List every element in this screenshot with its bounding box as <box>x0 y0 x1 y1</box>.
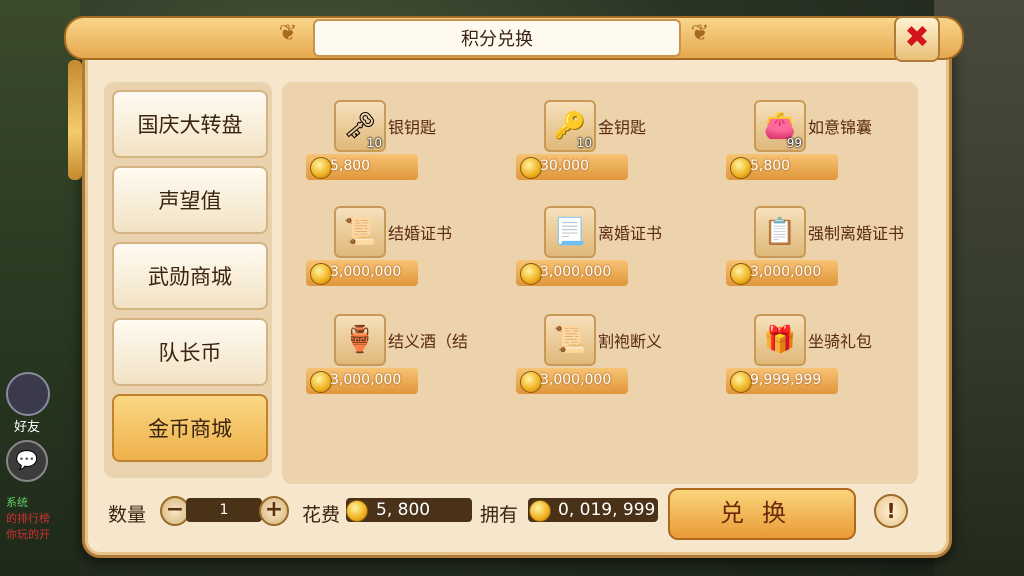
wine-jar-icon: 🏺 <box>334 314 386 366</box>
coin-icon <box>310 157 332 179</box>
coin-icon <box>310 263 332 285</box>
item-price: 3,000,000 <box>516 260 628 286</box>
sidebar-item-gold-shop[interactable]: 金币商城 <box>112 394 268 462</box>
item-glyph: 📜 <box>343 217 377 247</box>
item-card[interactable]: 🗝 10 银钥匙 5,800 <box>306 100 506 190</box>
item-glyph: 🎁 <box>763 325 797 355</box>
item-name: 强制离婚证书 <box>808 224 905 243</box>
cut-robe-scroll-icon: 📜 <box>544 314 596 366</box>
item-price: 3,000,000 <box>306 368 418 394</box>
item-count-badge: 10 <box>366 136 382 150</box>
item-price-value: 3,000,000 <box>330 264 402 280</box>
exchange-button[interactable]: 兑换 <box>668 488 856 540</box>
sidebar-item-reputation[interactable]: 声望值 <box>112 166 268 234</box>
item-glyph: 📋 <box>763 217 797 247</box>
dialog-title: 积分兑换 <box>313 19 681 57</box>
item-price: 3,000,000 <box>726 260 838 286</box>
item-price-value: 3,000,000 <box>540 372 612 388</box>
item-name: 银钥匙 <box>388 118 437 137</box>
mount-gift-pack-icon: 🎁 <box>754 314 806 366</box>
info-button[interactable]: ! <box>874 494 908 528</box>
coin-icon <box>529 500 551 522</box>
sidebar-item-captain-coin[interactable]: 队长币 <box>112 318 268 386</box>
close-button[interactable]: ✖ <box>894 16 940 62</box>
chat-line: 系统 <box>6 496 28 509</box>
divorce-scroll-icon: 📃 <box>544 206 596 258</box>
coin-icon <box>520 371 542 393</box>
cost-amount: 5, 800 <box>376 500 431 520</box>
friend-button[interactable]: 好友 <box>6 372 76 435</box>
coin-icon <box>346 500 368 522</box>
coin-icon <box>730 263 752 285</box>
item-count-badge: 10 <box>576 136 592 150</box>
item-card[interactable]: 🔑 10 金钥匙 30,000 <box>516 100 716 190</box>
chat-bubble-icon: 💬 <box>6 440 48 482</box>
owned-amount: 0, 019, 999 <box>558 500 656 520</box>
chat-line: 你玩的开 <box>6 528 50 541</box>
friend-label: 好友 <box>14 420 41 435</box>
chat-line: 的排行榜 <box>6 512 50 525</box>
item-price-value: 3,000,000 <box>750 264 822 280</box>
item-card[interactable]: 📋 强制离婚证书 3,000,000 <box>726 206 926 296</box>
coin-icon <box>730 371 752 393</box>
quantity-increase-button[interactable]: + <box>259 496 289 526</box>
item-glyph: 📜 <box>553 325 587 355</box>
item-price-value: 5,800 <box>750 158 791 174</box>
item-price: 30,000 <box>516 154 628 180</box>
item-price: 9,999,999 <box>726 368 838 394</box>
title-right-ornament-icon: ❦ <box>690 21 710 46</box>
pouch-icon: 👛 99 <box>754 100 806 152</box>
item-card[interactable]: 🎁 坐骑礼包 9,999,999 <box>726 314 926 404</box>
silver-key-icon: 🗝 10 <box>334 100 386 152</box>
gold-key-icon: 🔑 10 <box>544 100 596 152</box>
friend-icon <box>6 372 50 416</box>
tassel-ornament-icon <box>68 60 82 180</box>
cost-label: 花费 <box>302 504 341 526</box>
item-price-value: 9,999,999 <box>750 372 822 388</box>
item-price-value: 5,800 <box>330 158 371 174</box>
forced-divorce-certificate-icon: 📋 <box>754 206 806 258</box>
item-name: 离婚证书 <box>598 224 663 243</box>
item-card[interactable]: 📃 离婚证书 3,000,000 <box>516 206 716 296</box>
item-price-value: 30,000 <box>540 158 589 174</box>
owned-label: 拥有 <box>480 504 519 526</box>
sidebar-item-merit-shop[interactable]: 武勋商城 <box>112 242 268 310</box>
item-price-value: 3,000,000 <box>330 372 402 388</box>
item-card[interactable]: 👛 99 如意锦囊 5,800 <box>726 100 926 190</box>
chat-preview: 系统 的排行榜 你玩的开 <box>6 494 76 542</box>
item-price: 5,800 <box>306 154 418 180</box>
item-card[interactable]: 📜 割袍断义 3,000,000 <box>516 314 716 404</box>
coin-icon <box>310 371 332 393</box>
item-name: 如意锦囊 <box>808 118 873 137</box>
item-name: 结义酒（结 <box>388 332 469 351</box>
item-price: 5,800 <box>726 154 838 180</box>
item-name: 金钥匙 <box>598 118 647 137</box>
chat-button[interactable]: 💬 <box>6 440 76 482</box>
item-price: 3,000,000 <box>516 368 628 394</box>
item-glyph: 🏺 <box>343 325 377 355</box>
coin-icon <box>730 157 752 179</box>
marriage-scroll-icon: 📜 <box>334 206 386 258</box>
item-price: 3,000,000 <box>306 260 418 286</box>
sidebar-item-national-day-wheel[interactable]: 国庆大转盘 <box>112 90 268 158</box>
quantity-input[interactable]: 1 <box>186 498 262 522</box>
item-price-value: 3,000,000 <box>540 264 612 280</box>
item-count-badge: 99 <box>786 136 802 150</box>
item-name: 坐骑礼包 <box>808 332 873 351</box>
quantity-label: 数量 <box>108 504 147 526</box>
item-card[interactable]: 🏺 结义酒（结 3,000,000 <box>306 314 506 404</box>
item-card[interactable]: 📜 结婚证书 3,000,000 <box>306 206 506 296</box>
item-name: 结婚证书 <box>388 224 453 243</box>
item-glyph: 📃 <box>553 217 587 247</box>
title-left-ornament-icon: ❦ <box>278 21 298 46</box>
coin-icon <box>520 263 542 285</box>
item-name: 割袍断义 <box>598 332 663 351</box>
coin-icon <box>520 157 542 179</box>
